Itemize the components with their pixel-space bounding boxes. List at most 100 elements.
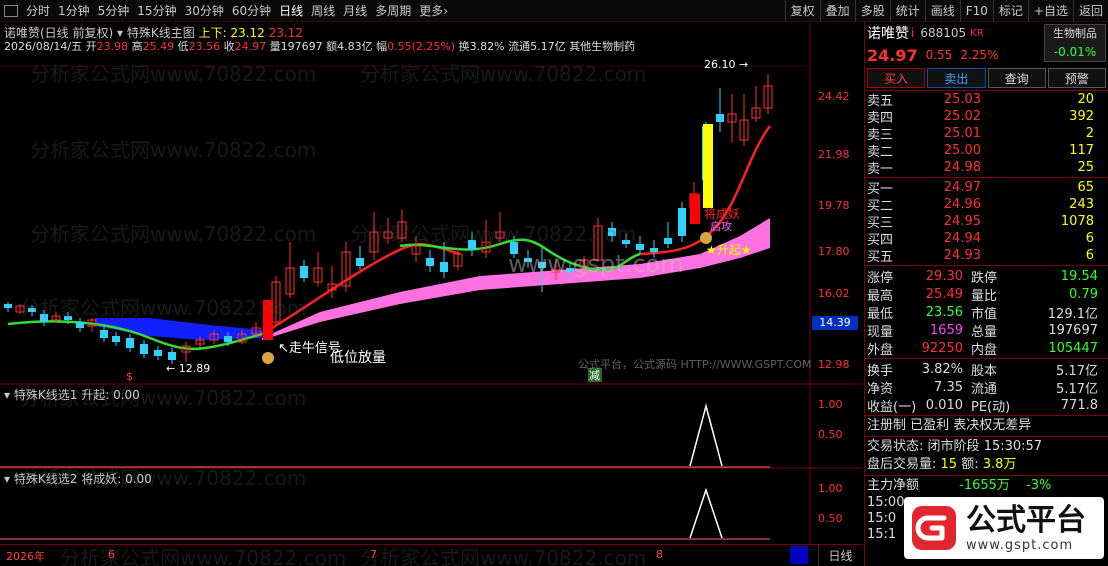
period-6[interactable]: 60分钟 <box>228 0 275 22</box>
sub2-name[interactable]: 特殊K线选2 <box>14 472 78 486</box>
info-vol: 197697 <box>280 40 323 53</box>
candle-body-down <box>716 114 724 122</box>
gspt-logo-icon <box>910 504 958 552</box>
f10-button[interactable]: F10 <box>959 0 993 22</box>
overlay-button[interactable]: 叠加 <box>819 0 855 22</box>
date-label: 2026年 <box>6 550 45 563</box>
bid-price: 24.96 <box>943 197 981 212</box>
alert-button[interactable]: 预警 <box>1047 68 1106 88</box>
info-amt-label: 额 <box>326 40 338 53</box>
info-amp: 0.55(2.25%) <box>387 40 456 53</box>
sell-button[interactable]: 卖出 <box>927 68 986 88</box>
info-date: 2026/08/14/五 <box>4 40 83 53</box>
stat-label: 外盘 <box>867 342 894 358</box>
stat-value: 29.30 <box>925 268 963 284</box>
query-button[interactable]: 查询 <box>987 68 1046 88</box>
sub2-axis-label: 1.00 <box>818 482 843 495</box>
order-book: 卖五 25.03 20 卖四 25.02 392 卖三 25.01 2 卖二 25.00 117… <box>865 90 1108 265</box>
divider <box>865 415 1108 416</box>
period-4[interactable]: 15分钟 <box>133 0 180 22</box>
stat-row: 换手 3.82% 股本 5.17亿 <box>865 360 1108 379</box>
multi-stock-button[interactable]: 多股 <box>854 0 890 22</box>
period-more[interactable]: 更多› <box>415 0 452 22</box>
sub1-axis-label: 1.00 <box>818 398 843 411</box>
candle-body-down <box>538 262 546 268</box>
stat-label: 净资 <box>867 381 894 397</box>
period-daily-button[interactable]: 日线 <box>818 545 862 566</box>
after-hours-row: 盘后交易量: 15 额: 3.8万 <box>865 456 1108 474</box>
stat-value: 5.17亿 <box>1056 381 1098 397</box>
bid-qty: 65 <box>1077 180 1094 195</box>
sub2-dropdown-icon[interactable]: ▾ <box>4 472 10 486</box>
after-hours-label: 盘后交易量: <box>867 457 937 472</box>
chart-area[interactable]: 26.10 → ← 12.89 ↖走牛信号 低位放量 ★升起★ 将成妖 启攻 $ 减 诺唯赞(日… <box>0 22 862 566</box>
money-bag-icon <box>700 232 712 244</box>
sector-change: -0.01% <box>1053 45 1097 59</box>
info-amp-label: 幅 <box>376 40 388 53</box>
menu-icon[interactable] <box>4 4 18 17</box>
price-change-pct: 2.25% <box>960 48 999 62</box>
bid-row: 买一 24.97 65 <box>865 179 1108 197</box>
sub1-dropdown-icon[interactable]: ▾ <box>4 388 10 402</box>
trade-state-label: 交易状态: <box>867 439 924 454</box>
fundamentals: 换手 3.82% 股本 5.17亿 净资 7.35 流通 5.17亿 收益(一) 0.010 P… <box>865 360 1108 415</box>
bid-row: 买二 24.96 243 <box>865 196 1108 214</box>
quote-panel: 诺唯赞 i 688105 KR 生物制品 -0.01% 24.97 0.55 2… <box>864 22 1108 566</box>
stat-value: 0.79 <box>1069 286 1098 302</box>
stat-value: 19.54 <box>1060 268 1098 284</box>
stat-label: 总量 <box>971 324 998 340</box>
money-bag-icon <box>262 352 274 364</box>
stat-row: 净资 7.35 流通 5.17亿 <box>865 378 1108 397</box>
price-axis-label: 21.98 <box>818 148 850 161</box>
candle-body-down <box>468 240 476 250</box>
candle-body-down <box>440 262 448 272</box>
back-button[interactable]: 返回 <box>1072 0 1108 22</box>
stat-label: 涨停 <box>867 270 894 286</box>
quote-stats: 涨停 29.30 跌停 19.54 最高 25.49 量比 0.79 最低 23.56 市值 12… <box>865 267 1108 358</box>
sub1-name[interactable]: 特殊K线选1 <box>14 388 78 402</box>
divider <box>865 475 1108 476</box>
price-axis-label: 19.78 <box>818 199 850 212</box>
stats-button[interactable]: 统计 <box>889 0 925 22</box>
mark-button[interactable]: 标记 <box>992 0 1028 22</box>
info-float: 5.17亿 <box>530 40 566 53</box>
more-arrow-icon: › <box>443 3 449 18</box>
candle-body-down <box>112 336 120 342</box>
bid-price: 24.95 <box>943 214 981 229</box>
after-hours-vol: 15 <box>940 457 958 472</box>
stat-row: 外盘 92250 内盘 105447 <box>865 339 1108 358</box>
price-axis-label: 12.98 <box>818 358 850 371</box>
info-open-label: 开 <box>85 40 97 53</box>
period-3[interactable]: 5分钟 <box>94 0 134 22</box>
stat-label: 跌停 <box>971 270 998 286</box>
period-daily[interactable]: 日线 <box>275 0 307 22</box>
candle-body-down <box>126 338 134 348</box>
buy-button[interactable]: 买入 <box>867 68 926 88</box>
period-1[interactable]: 分时 <box>22 0 54 22</box>
period-2[interactable]: 1分钟 <box>54 0 94 22</box>
price-change: 0.55 <box>925 48 953 62</box>
candle-body-down <box>510 242 518 254</box>
period-5[interactable]: 30分钟 <box>181 0 228 22</box>
period-weekly[interactable]: 周线 <box>307 0 339 22</box>
period-multi[interactable]: 多周期 <box>371 0 415 22</box>
info-turn: 3.82% <box>469 40 505 53</box>
stat-value: 771.8 <box>1060 397 1098 413</box>
sub2-value: 0.00 <box>125 472 152 486</box>
sub1-title: ▾ 特殊K线选1 升起: 0.00 <box>4 388 140 402</box>
logo-url: www.gspt.com <box>966 537 1074 553</box>
divider <box>865 177 1108 178</box>
candle-body-down <box>664 238 672 244</box>
bid-label: 买五 <box>867 250 894 265</box>
sector-box[interactable]: 生物制品 -0.01% <box>1044 24 1106 62</box>
period-monthly[interactable]: 月线 <box>339 0 371 22</box>
price-axis-label: 24.42 <box>818 90 850 103</box>
adjust-button[interactable]: 复权 <box>784 0 820 22</box>
high-annotation: 26.10 → <box>704 58 748 71</box>
price-axis-label: 16.02 <box>818 287 850 300</box>
sub1-value: 0.00 <box>113 388 140 402</box>
candle-body-down <box>356 258 364 266</box>
info-icon[interactable]: i <box>911 26 914 40</box>
draw-button[interactable]: 画线 <box>924 0 960 22</box>
add-watchlist-button[interactable]: +自选 <box>1027 0 1073 22</box>
